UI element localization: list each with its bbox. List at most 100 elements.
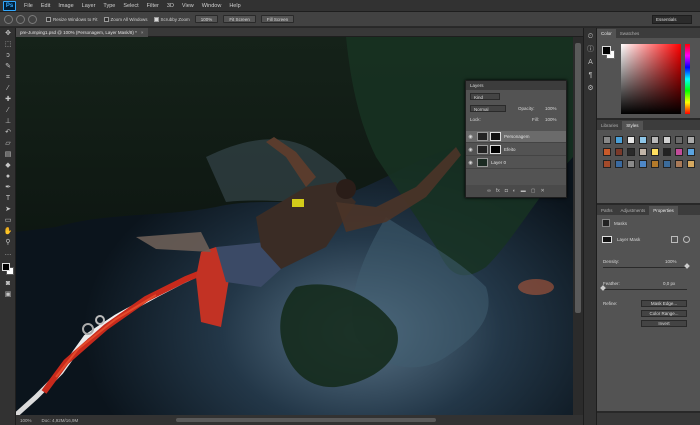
style-preset-swatch[interactable] <box>639 136 647 144</box>
style-preset-swatch[interactable] <box>687 160 695 168</box>
close-icon[interactable]: × <box>141 30 144 35</box>
rectangle-tool-icon[interactable]: ▭ <box>2 216 14 226</box>
character-icon[interactable]: A <box>586 58 595 67</box>
style-preset-swatch[interactable] <box>663 160 671 168</box>
style-preset-swatch[interactable] <box>627 136 635 144</box>
layer-thumbnail[interactable] <box>477 145 488 154</box>
resize-windows-checkbox[interactable]: Resize Windows to Fit <box>46 16 98 22</box>
tab-color[interactable]: Color <box>597 29 616 38</box>
style-preset-swatch[interactable] <box>687 136 695 144</box>
brush-settings-icon[interactable]: ⚙ <box>586 84 595 93</box>
blur-tool-icon[interactable]: ◆ <box>2 161 14 171</box>
zoom-level[interactable]: 100% <box>16 418 32 423</box>
visibility-eye-icon[interactable]: ◉ <box>466 147 475 153</box>
screen-mode-icon[interactable]: ▣ <box>2 290 14 300</box>
menu-image[interactable]: Image <box>54 0 77 12</box>
tab-styles[interactable]: Styles <box>622 121 643 130</box>
fill-value[interactable]: 100% <box>545 117 557 122</box>
style-preset-swatch[interactable] <box>603 160 611 168</box>
style-preset-swatch[interactable] <box>675 148 683 156</box>
blend-mode-select[interactable]: Normal <box>470 105 506 112</box>
zoom-100-button[interactable]: 100% <box>194 15 219 23</box>
hand-tool-icon[interactable]: ✋ <box>2 227 14 237</box>
eraser-tool-icon[interactable]: ▱ <box>2 139 14 149</box>
style-preset-swatch[interactable] <box>627 148 635 156</box>
layer-row-personagem[interactable]: ◉ Personagem <box>466 131 566 143</box>
menu-help[interactable]: Help <box>225 0 244 12</box>
menu-3d[interactable]: 3D <box>163 0 178 12</box>
zoom-tool-icon[interactable]: ⚲ <box>2 238 14 248</box>
invert-button[interactable]: Invert <box>641 320 687 327</box>
gradient-tool-icon[interactable]: ▤ <box>2 150 14 160</box>
document-tab[interactable]: pre-Jumping1.psd @ 100% (Personagem, Lay… <box>16 28 148 37</box>
fit-screen-button[interactable]: Fit Screen <box>223 15 256 23</box>
add-style-icon[interactable]: fx <box>496 188 500 194</box>
dodge-tool-icon[interactable]: ● <box>2 172 14 182</box>
workspace-select[interactable]: Essentials <box>652 15 692 24</box>
delete-layer-icon[interactable]: ✕ <box>541 188 545 194</box>
quick-select-tool-icon[interactable]: ✎ <box>2 62 14 72</box>
layer-row-efeito[interactable]: ◉ Efeito <box>466 144 566 156</box>
style-preset-swatch[interactable] <box>639 160 647 168</box>
lasso-tool-icon[interactable]: ↄ <box>2 51 14 61</box>
zoom-out-icon[interactable] <box>28 14 37 24</box>
layer-thumbnail[interactable] <box>477 132 488 141</box>
layer-mask-thumb[interactable] <box>602 236 612 243</box>
path-selection-tool-icon[interactable]: ➤ <box>2 205 14 215</box>
brush-tool-icon[interactable]: ⁄ <box>2 106 14 116</box>
style-preset-swatch[interactable] <box>615 136 623 144</box>
marquee-tool-icon[interactable]: ⬚ <box>2 40 14 50</box>
menu-select[interactable]: Select <box>119 0 142 12</box>
style-preset-swatch[interactable] <box>663 148 671 156</box>
quick-mask-icon[interactable]: ◙ <box>2 279 14 289</box>
vertical-scrollbar[interactable] <box>573 37 583 415</box>
history-icon[interactable]: ⏲ <box>586 32 595 41</box>
style-preset-swatch[interactable] <box>675 160 683 168</box>
zoom-in-icon[interactable] <box>16 14 25 24</box>
tab-properties[interactable]: Properties <box>649 206 678 215</box>
tab-adjustments[interactable]: Adjustments <box>617 206 650 215</box>
pixel-mask-icon[interactable] <box>671 236 678 243</box>
layer-mask-thumbnail[interactable] <box>490 145 501 154</box>
layers-panel-title[interactable]: Layers <box>470 83 484 88</box>
history-brush-tool-icon[interactable]: ↶ <box>2 128 14 138</box>
type-tool-icon[interactable]: T <box>2 194 14 204</box>
style-preset-swatch[interactable] <box>651 148 659 156</box>
vector-mask-icon[interactable] <box>683 236 690 243</box>
layer-name[interactable]: Personagem <box>504 134 530 139</box>
hue-slider[interactable] <box>685 44 690 114</box>
layer-name[interactable]: Layer 0 <box>491 160 506 165</box>
menu-type[interactable]: Type <box>99 0 119 12</box>
menu-layer[interactable]: Layer <box>78 0 100 12</box>
density-slider[interactable] <box>603 267 687 268</box>
feather-value[interactable]: 0,0 px <box>663 281 675 286</box>
zoom-tool-icon[interactable] <box>4 14 13 24</box>
layer-row-layer-0[interactable]: ◉ Layer 0 <box>466 157 566 169</box>
scrubby-zoom-checkbox[interactable]: Scrubby Zoom <box>153 16 190 22</box>
visibility-eye-icon[interactable]: ◉ <box>466 160 475 166</box>
new-layer-icon[interactable]: ▢ <box>531 188 536 194</box>
tab-paths[interactable]: Paths <box>597 206 617 215</box>
layers-panel-header[interactable]: Layers <box>466 81 566 90</box>
horizontal-scroll-thumb[interactable] <box>176 418 436 422</box>
style-preset-swatch[interactable] <box>687 148 695 156</box>
style-preset-swatch[interactable] <box>651 136 659 144</box>
vertical-scroll-thumb[interactable] <box>575 43 581 313</box>
opacity-value[interactable]: 100% <box>545 106 557 111</box>
style-preset-swatch[interactable] <box>639 148 647 156</box>
menu-view[interactable]: View <box>178 0 198 12</box>
more-tools-icon[interactable]: … <box>2 249 14 259</box>
zoom-all-windows-checkbox[interactable]: Zoom All Windows <box>103 16 148 22</box>
move-tool-icon[interactable]: ✥ <box>2 29 14 39</box>
foreground-background-colors[interactable] <box>2 263 14 275</box>
tab-libraries[interactable]: Libraries <box>597 121 622 130</box>
menu-file[interactable]: File <box>20 0 37 12</box>
menu-window[interactable]: Window <box>198 0 226 12</box>
feather-slider[interactable] <box>603 289 687 290</box>
foreground-color-swatch[interactable] <box>2 263 10 271</box>
layer-name[interactable]: Efeito <box>504 147 516 152</box>
layer-mask-thumbnail[interactable] <box>490 132 501 141</box>
document-size[interactable]: Doc: 4,92M/16,9M <box>32 418 79 423</box>
eyedropper-tool-icon[interactable]: ⁄ <box>2 84 14 94</box>
style-preset-swatch[interactable] <box>627 160 635 168</box>
